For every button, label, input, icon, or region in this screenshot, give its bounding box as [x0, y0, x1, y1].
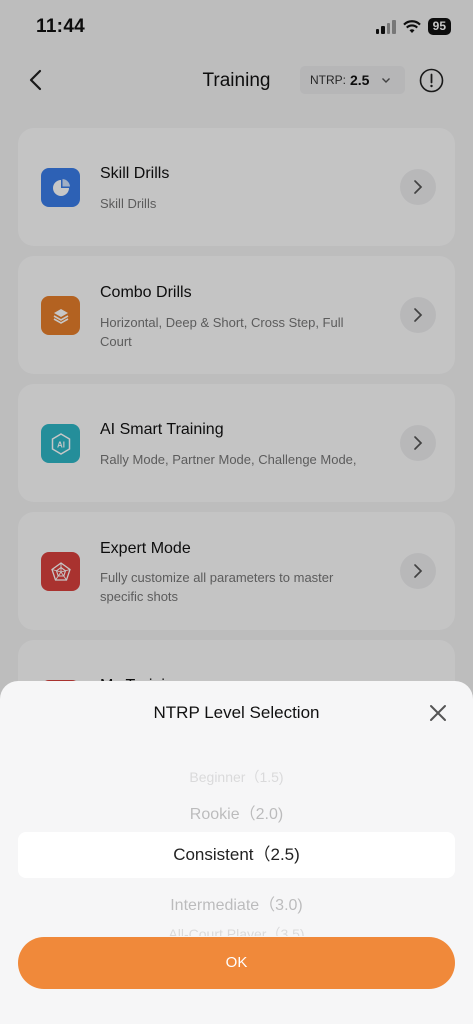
ok-button[interactable]: OK	[18, 937, 455, 989]
sheet-title: NTRP Level Selection	[153, 703, 320, 722]
picker-option[interactable]: Intermediate（3.0)	[0, 891, 473, 915]
picker-option[interactable]: Rookie（2.0)	[0, 800, 473, 824]
ntrp-level-sheet: NTRP Level Selection Beginner（1.5) Rooki…	[0, 681, 473, 1024]
picker-option-selected[interactable]: Consistent（2.5)	[18, 832, 455, 878]
picker-option[interactable]: Beginner（1.5)	[0, 767, 473, 787]
close-icon[interactable]	[428, 703, 448, 723]
picker-option[interactable]: All-Court Player（3.5)	[0, 924, 473, 936]
